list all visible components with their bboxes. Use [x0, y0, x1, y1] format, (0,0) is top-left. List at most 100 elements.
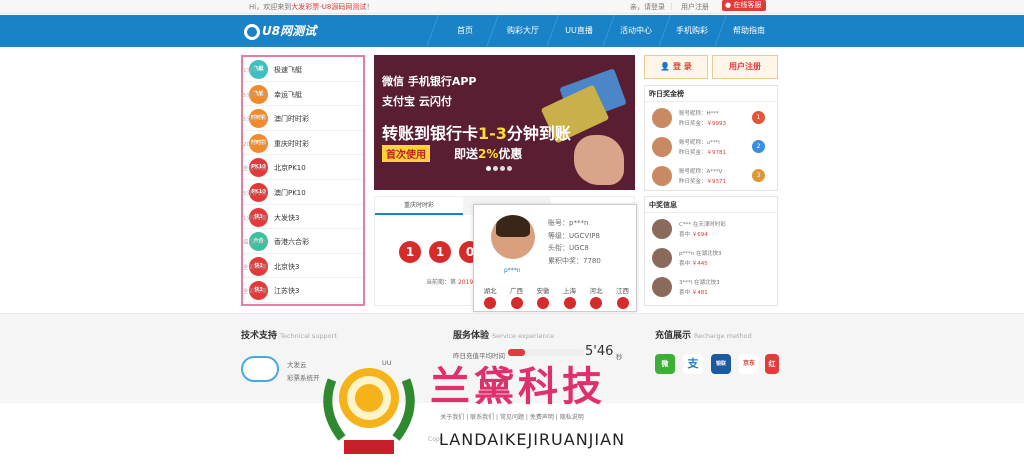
user-details: 账号：p***n 等级：UGCVIP8 头衔：UGC8 累积中奖：7780 [548, 219, 601, 265]
nav-live[interactable]: UU直播 [552, 15, 606, 47]
tech-uu: UU [382, 359, 392, 367]
draw-ball: 1 [429, 241, 451, 263]
popup-username[interactable]: p***n [504, 267, 521, 274]
tech-name: 大发云 [287, 361, 307, 369]
province-item[interactable]: 河北 [587, 285, 605, 309]
avatar [652, 219, 672, 239]
about-link[interactable]: 关于我们 [440, 414, 464, 421]
lottery-ball-icon [590, 297, 602, 309]
nav-home[interactable]: 首页 [438, 15, 492, 47]
current-period: 当前期：第 2019 [426, 279, 474, 286]
logo-icon [244, 23, 260, 40]
winner-amount: 喜中 ￥445 [679, 261, 708, 267]
lottery-name: 澳门时时彩 [274, 115, 309, 124]
province-item[interactable]: 江西 [614, 285, 632, 309]
lottery-name: 香港六合彩 [274, 238, 309, 247]
watermark-subtitle: LANDAIKEJIRUANJIAN [439, 430, 626, 449]
province-label: 江西 [616, 287, 629, 295]
nav-mobile[interactable]: 手机购彩 [666, 15, 718, 47]
lottery-schedule: 5分钟1期 [243, 190, 267, 197]
avatar [652, 137, 672, 157]
province-item[interactable]: 上海 [561, 285, 579, 309]
register-link[interactable]: 用户注册 [681, 2, 709, 12]
winner-info: C*** 在天津时时彩 [679, 222, 726, 228]
lottery-name: 大发快3 [274, 213, 300, 222]
avatar [652, 277, 672, 297]
jd-pay-icon: 京东 [739, 354, 759, 374]
lottery-schedule: 20分一期 [243, 141, 267, 148]
banner-offer: 即送2%优惠 [454, 147, 523, 161]
lottery-schedule: 全天44期 [243, 166, 267, 173]
lottery-item[interactable]: 飞艇 极速飞艇 1分钟 [243, 57, 363, 82]
lottery-schedule: 1分钟 [243, 68, 258, 74]
banner-badge: 首次使用 [382, 145, 430, 162]
province-label: 湖北 [483, 287, 497, 295]
register-button[interactable]: 用户注册 [712, 55, 778, 79]
nav-activities[interactable]: 活动中心 [608, 15, 664, 47]
top-bar: Hi，欢迎来到大发彩票-U8源码网测试！ 亲，请登录 | 用户注册 ● 在线客服 [0, 0, 1024, 14]
divider: | [670, 2, 673, 10]
faq-link[interactable]: 常见问题 [500, 414, 524, 421]
privacy-link[interactable]: 隐私说明 [560, 414, 584, 421]
prize: 昨日奖金：￥9371 [679, 179, 727, 185]
winner-info: 3***l 在湖北快3 [679, 280, 720, 286]
nav-help[interactable]: 帮助指南 [722, 15, 776, 47]
time-unit: 秒 [616, 353, 623, 361]
lottery-item[interactable]: 快3 大发快3 1分钟1期 [243, 205, 363, 230]
province-label: 上海 [563, 287, 576, 295]
lottery-name: 江苏快3 [274, 287, 300, 296]
login-link[interactable]: 亲，请登录 [630, 2, 665, 12]
lottery-item[interactable]: 六合 香港六合彩 每周三期 [243, 229, 363, 254]
red-pay-icon: 红 [765, 354, 779, 374]
nickname: 账号昵称：H*** [679, 111, 719, 117]
site-logo[interactable]: U8网测试 [244, 22, 326, 40]
lottery-item[interactable]: 快3 北京快3 全天44期 [243, 254, 363, 279]
footer-links: 关于我们 | 联系我们 | 常见问题 | 免费声明 | 隐私说明 [440, 414, 584, 421]
disclaimer-link[interactable]: 免费声明 [530, 414, 554, 421]
rank-badge: 2 [752, 140, 765, 153]
rank-badge: 1 [752, 111, 765, 124]
contact-link[interactable]: 联系我们 [470, 414, 494, 421]
lottery-item[interactable]: 飞艇 幸运飞艇 5分钟1期 [243, 82, 363, 107]
greeting: Hi，欢迎来到大发彩票-U8源码网测试！ [249, 3, 374, 11]
lottery-item[interactable]: 时时彩 澳门时时彩 5分钟一期 [243, 106, 363, 131]
lottery-name: 澳门PK10 [274, 188, 306, 197]
winner-amount: 喜中 ￥694 [679, 232, 708, 238]
lottery-ball-icon [484, 297, 496, 309]
carousel-dots[interactable] [486, 165, 514, 173]
nav-lottery-hall[interactable]: 购彩大厅 [496, 15, 550, 47]
rank-badge: 3 [752, 169, 765, 182]
province-item[interactable]: 安徽 [534, 285, 552, 309]
lottery-schedule: 5分钟1期 [243, 92, 267, 99]
tab-cqssc[interactable]: 重庆时时彩 [375, 197, 463, 215]
copyright: Copy [428, 436, 444, 443]
draw-ball: 1 [399, 241, 421, 263]
lottery-schedule: 5分钟一期 [243, 117, 269, 124]
lottery-schedule: 1分钟1期 [243, 215, 267, 222]
banner-line-1: 微信 手机银行APP [382, 75, 477, 88]
lottery-item[interactable]: PK10 澳门PK10 5分钟1期 [243, 180, 363, 205]
lottery-item[interactable]: PK10 北京PK10 全天44期 [243, 155, 363, 180]
site-brand-link[interactable]: 大发彩票-U8源码网测试 [291, 3, 366, 11]
promo-banner[interactable]: 微信 手机银行APP 支付宝 云闪付 转账到银行卡1-3分钟到账 首次使用 即送… [374, 55, 635, 190]
lottery-item[interactable]: 时时彩 重庆时时彩 20分一期 [243, 131, 363, 156]
avatar [491, 215, 535, 259]
lottery-schedule: 每周三期 [243, 240, 266, 247]
panel-title: 昨日奖金榜 [645, 86, 777, 102]
unionpay-icon: 银联 [711, 354, 731, 374]
province-item[interactable]: 湖北 [481, 285, 499, 309]
login-button[interactable]: 👤 登 录 [644, 55, 708, 79]
lottery-name: 重庆时时彩 [274, 139, 309, 148]
province-item[interactable]: 广西 [508, 285, 526, 309]
user-icon: 👤 [660, 62, 671, 71]
lottery-schedule: 全天41期 [243, 289, 267, 296]
lottery-item[interactable]: 快3 江苏快3 全天41期 [243, 278, 363, 303]
customer-service-button[interactable]: ● 在线客服 [722, 0, 766, 11]
recharge-time-bar [508, 349, 584, 356]
banner-headline: 转账到银行卡1-3分钟到账 [382, 124, 571, 143]
footer-features: 技术支持 Technical support 大发云 彩票系统开 UU 服务体验 S… [0, 313, 1024, 403]
winner-amount: 喜中 ￥481 [679, 290, 708, 296]
lottery-ball-icon [537, 297, 549, 309]
recharge-title: 充值展示 Recharge method [655, 331, 752, 341]
avatar [652, 108, 672, 128]
